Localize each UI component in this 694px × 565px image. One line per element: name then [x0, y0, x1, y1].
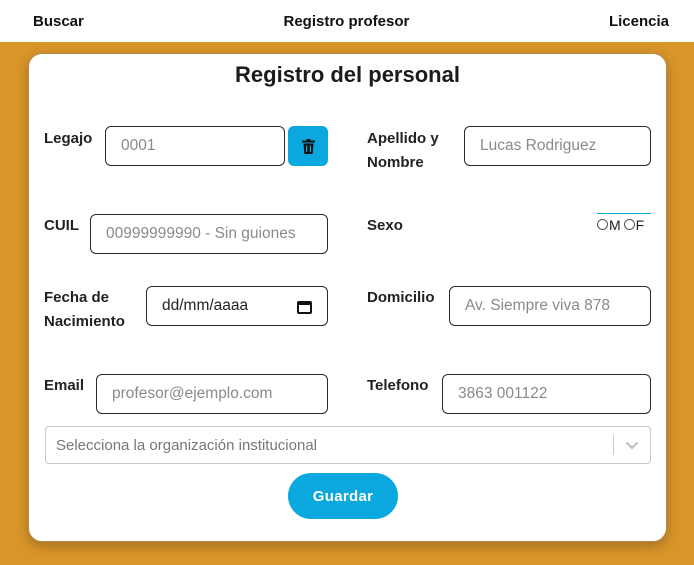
nav-link-licencia[interactable]: Licencia [609, 13, 669, 30]
cuil-label: CUIL [44, 217, 79, 234]
fecha-label-line2: Nacimiento [44, 313, 125, 330]
organizacion-placeholder: Selecciona la organización institucional [56, 436, 317, 454]
telefono-input[interactable] [442, 374, 651, 414]
organizacion-select[interactable]: Selecciona la organización institucional [45, 426, 651, 464]
registration-card: Registro del personal Legajo Apellido y … [28, 53, 667, 542]
radio-f[interactable] [623, 219, 635, 230]
sexo-radio-group: M F [597, 213, 651, 235]
apellido-nombre-input[interactable] [464, 126, 651, 166]
nav-link-buscar[interactable]: Buscar [33, 13, 84, 30]
apellido-label: Apellido y Nombre [367, 127, 439, 175]
domicilio-label: Domicilio [367, 289, 435, 306]
sexo-label: Sexo [367, 217, 403, 234]
legajo-label: Legajo [44, 130, 93, 147]
trash-icon [301, 138, 315, 154]
apellido-label-line1: Apellido y [367, 130, 439, 147]
apellido-label-line2: Nombre [367, 154, 424, 171]
radio-m-label: M [609, 216, 621, 233]
form-title: Registro del personal [235, 62, 460, 87]
calendar-icon[interactable] [297, 299, 312, 314]
radio-f-label: F [635, 216, 645, 233]
email-input[interactable] [96, 374, 328, 414]
cuil-input[interactable] [90, 214, 328, 254]
chevron-down-icon[interactable] [614, 441, 650, 450]
top-navbar: Buscar Registro profesor Licencia [0, 0, 694, 42]
legajo-input[interactable] [105, 126, 285, 166]
fecha-value: dd/mm/aaaa [162, 297, 249, 314]
email-label: Email [44, 377, 85, 394]
telefono-label: Telefono [367, 377, 429, 394]
domicilio-input[interactable] [449, 286, 651, 326]
radio-m[interactable] [597, 219, 608, 230]
fecha-label: Fecha de Nacimiento [44, 286, 125, 334]
guardar-button[interactable]: Guardar [288, 473, 398, 519]
delete-button[interactable] [288, 126, 328, 166]
fecha-label-line1: Fecha de [44, 289, 110, 306]
nav-link-registro-profesor[interactable]: Registro profesor [283, 13, 409, 30]
fecha-nacimiento-input[interactable]: dd/mm/aaaa [146, 286, 328, 326]
